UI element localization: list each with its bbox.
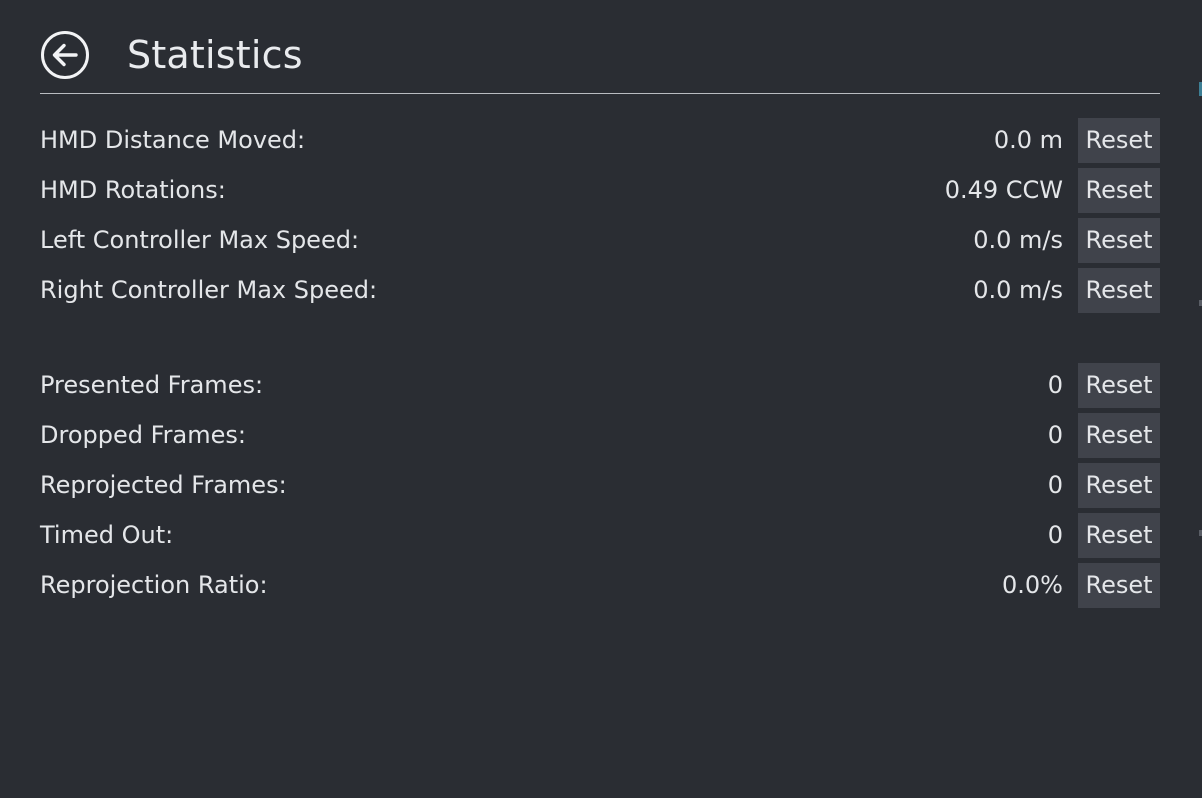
stat-row-presented-frames: Presented Frames: 0 Reset [40, 363, 1160, 408]
arrow-left-circle-icon [41, 31, 89, 79]
stat-value: 0.0 m/s [973, 226, 1063, 254]
stat-label: Left Controller Max Speed: [40, 226, 360, 254]
reset-button[interactable]: Reset [1078, 463, 1160, 508]
stat-label: HMD Distance Moved: [40, 126, 306, 154]
stat-row-right-controller-speed: Right Controller Max Speed: 0.0 m/s Rese… [40, 268, 1160, 313]
stat-value: 0 [1047, 371, 1063, 399]
stat-label: Timed Out: [40, 521, 174, 549]
stat-row-reprojection-ratio: Reprojection Ratio: 0.0% Reset [40, 563, 1160, 608]
page-header: Statistics [40, 28, 1160, 94]
reset-button[interactable]: Reset [1078, 363, 1160, 408]
stat-value: 0.0% [1002, 571, 1063, 599]
stat-row-hmd-distance: HMD Distance Moved: 0.0 m Reset [40, 118, 1160, 163]
reset-button[interactable]: Reset [1078, 118, 1160, 163]
reset-button[interactable]: Reset [1078, 218, 1160, 263]
stat-row-hmd-rotations: HMD Rotations: 0.49 CCW Reset [40, 168, 1160, 213]
stat-value: 0.0 m [993, 126, 1063, 154]
stat-row-reprojected-frames: Reprojected Frames: 0 Reset [40, 463, 1160, 508]
stat-label: Presented Frames: [40, 371, 264, 399]
back-button[interactable] [40, 30, 90, 80]
reset-button[interactable]: Reset [1078, 513, 1160, 558]
stat-label: Right Controller Max Speed: [40, 276, 378, 304]
stat-row-left-controller-speed: Left Controller Max Speed: 0.0 m/s Reset [40, 218, 1160, 263]
stat-value: 0 [1047, 521, 1063, 549]
stat-label: HMD Rotations: [40, 176, 226, 204]
reset-button[interactable]: Reset [1078, 563, 1160, 608]
stat-value: 0 [1047, 421, 1063, 449]
stat-value: 0.49 CCW [944, 176, 1063, 204]
stat-label: Reprojection Ratio: [40, 571, 268, 599]
reset-button[interactable]: Reset [1078, 268, 1160, 313]
stat-label: Dropped Frames: [40, 421, 246, 449]
stat-value: 0 [1047, 471, 1063, 499]
page-title: Statistics [127, 33, 303, 77]
reset-button[interactable]: Reset [1078, 168, 1160, 213]
stat-row-timed-out: Timed Out: 0 Reset [40, 513, 1160, 558]
reset-button[interactable]: Reset [1078, 413, 1160, 458]
stat-value: 0.0 m/s [973, 276, 1063, 304]
stat-label: Reprojected Frames: [40, 471, 287, 499]
stat-row-dropped-frames: Dropped Frames: 0 Reset [40, 413, 1160, 458]
